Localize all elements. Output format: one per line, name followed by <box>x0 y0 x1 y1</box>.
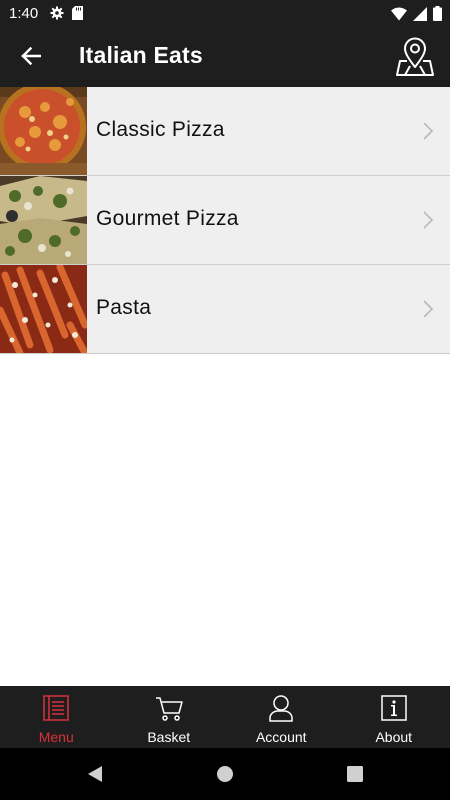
store-location-button[interactable] <box>396 37 434 77</box>
nav-label: Basket <box>147 729 191 745</box>
map-location-icon <box>396 37 434 81</box>
nav-tab-basket[interactable]: Basket <box>113 686 226 748</box>
menu-category-list: Classic Pizza Gourmet Pizza Pasta <box>0 87 450 354</box>
nav-label: Menu <box>38 729 74 745</box>
battery-icon <box>433 6 442 26</box>
menu-item-label: Gourmet Pizza <box>96 207 239 230</box>
menu-item-gourmet-pizza[interactable]: Gourmet Pizza <box>0 176 450 265</box>
arrow-left-icon <box>21 46 42 70</box>
gear-icon <box>50 6 64 25</box>
gourmet-pizza-photo <box>0 176 87 264</box>
status-bar: 1:40 <box>0 0 450 28</box>
person-icon <box>267 694 295 727</box>
pasta-photo <box>0 265 87 353</box>
sd-card-icon <box>72 6 83 25</box>
menu-book-icon <box>42 694 70 727</box>
chevron-right-icon <box>422 299 434 319</box>
menu-item-classic-pizza[interactable]: Classic Pizza <box>0 87 450 176</box>
menu-item-pasta[interactable]: Pasta <box>0 265 450 354</box>
nav-tab-about[interactable]: About <box>338 686 450 748</box>
menu-item-label: Classic Pizza <box>96 118 225 141</box>
nav-tab-menu[interactable]: Menu <box>0 686 113 748</box>
cell-signal-icon <box>413 6 427 26</box>
classic-pizza-photo <box>0 87 87 175</box>
system-home-icon[interactable] <box>216 764 234 789</box>
nav-tab-account[interactable]: Account <box>225 686 338 748</box>
nav-label: About <box>375 729 413 745</box>
system-back-icon[interactable] <box>86 764 104 789</box>
system-navigation-bar <box>0 748 450 800</box>
status-time: 1:40 <box>9 5 39 22</box>
chevron-right-icon <box>422 210 434 230</box>
app-bar: Italian Eats <box>0 28 450 87</box>
system-recents-icon[interactable] <box>346 764 364 789</box>
cart-icon <box>155 694 183 727</box>
info-icon <box>380 694 408 727</box>
bottom-navigation: Menu Basket Account About <box>0 686 450 748</box>
back-button[interactable] <box>14 42 48 74</box>
wifi-icon <box>391 7 407 26</box>
chevron-right-icon <box>422 121 434 141</box>
nav-label: Account <box>255 729 307 745</box>
page-title: Italian Eats <box>79 42 203 68</box>
menu-item-label: Pasta <box>96 296 152 319</box>
